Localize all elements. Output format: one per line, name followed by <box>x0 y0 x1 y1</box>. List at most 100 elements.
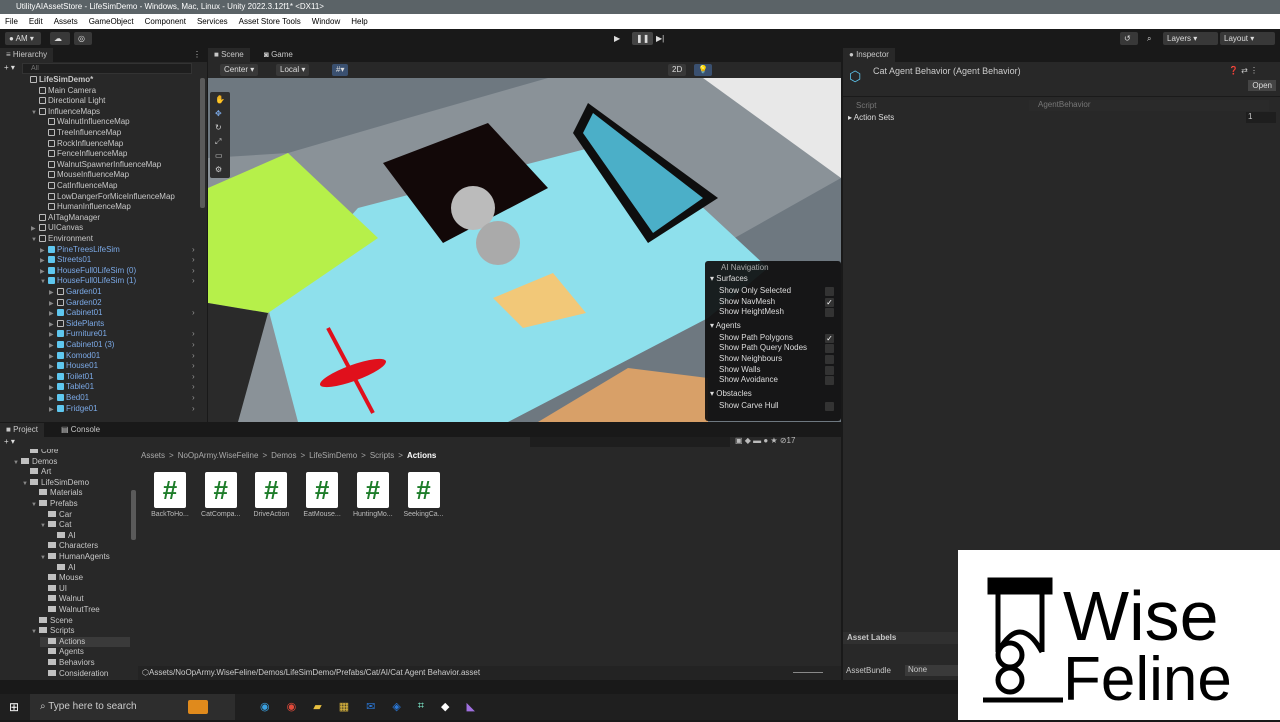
lock-icon[interactable]: ⋮ <box>193 50 201 59</box>
help-icon[interactable]: ❓ ⇄ ⋮ <box>1229 66 1258 75</box>
hierarchy-item[interactable]: ▶ House01 › <box>49 361 195 372</box>
menu-help[interactable]: Help <box>351 14 367 29</box>
ai-nav-option[interactable]: Show Carve Hull <box>719 401 779 410</box>
open-prefab-icon[interactable]: › <box>192 372 195 383</box>
history-icon[interactable]: ↺ <box>1120 32 1138 45</box>
foldout-arrow-icon[interactable]: ▼ <box>31 627 39 638</box>
hierarchy-item[interactable]: ▶ Garden01 <box>49 287 102 298</box>
script-asset[interactable]: # EatMouse... <box>298 472 346 518</box>
project-folder[interactable]: Actions <box>40 636 130 648</box>
hierarchy-item[interactable]: ▶ SidePlants <box>49 319 104 330</box>
space-dropdown[interactable]: Local ▾ <box>276 64 310 76</box>
hierarchy-item[interactable]: ▶ Table01 › <box>49 382 195 393</box>
chrome-icon[interactable]: ◉ <box>287 700 297 713</box>
open-prefab-icon[interactable]: › <box>192 245 195 256</box>
project-folder[interactable]: AI <box>49 531 76 542</box>
hierarchy-item[interactable]: RockInfluenceMap <box>40 139 123 150</box>
ai-nav-option[interactable]: Show HeightMesh <box>719 307 784 316</box>
ai-nav-option[interactable]: Show NavMesh <box>719 297 775 306</box>
2d-toggle[interactable]: 2D <box>668 64 687 76</box>
checkbox[interactable] <box>825 344 834 354</box>
action-sets-size-field[interactable]: 1 <box>1246 112 1276 123</box>
action-sets-foldout[interactable]: ▸ Action Sets <box>848 113 894 122</box>
hierarchy-item[interactable]: ▶ UICanvas <box>31 223 83 234</box>
hierarchy-item[interactable]: ▶ Streets01 › <box>40 255 195 266</box>
breadcrumb-item[interactable]: Scripts <box>370 451 394 460</box>
open-prefab-icon[interactable]: › <box>192 382 195 393</box>
script-asset[interactable]: # BackToHo... <box>146 472 194 518</box>
hierarchy-item[interactable]: AITagManager <box>31 213 100 224</box>
project-folder[interactable]: Core <box>22 449 58 457</box>
checkbox[interactable] <box>825 365 834 375</box>
explorer-icon[interactable]: ▰ <box>313 700 321 713</box>
hierarchy-item[interactable]: ▶ Bed01 › <box>49 393 195 404</box>
checkbox[interactable] <box>825 355 834 364</box>
project-folder[interactable]: ▼ HumanAgents <box>40 552 110 563</box>
foldout-arrow-icon[interactable]: ▼ <box>40 521 48 532</box>
project-folder[interactable]: Car <box>40 510 72 521</box>
create-button[interactable]: + ▾ <box>4 63 15 72</box>
filter-icons[interactable]: ▣ ◆ ▬ ● ★ ⊘17 <box>735 436 795 445</box>
hierarchy-item[interactable]: LifeSimDemo* <box>22 75 93 86</box>
step-button[interactable]: ▶| <box>652 32 668 45</box>
open-prefab-icon[interactable]: › <box>192 255 195 266</box>
open-prefab-icon[interactable]: › <box>192 361 195 372</box>
pause-button[interactable]: ❚❚ <box>632 32 654 45</box>
project-folder[interactable]: Behaviors <box>40 658 95 669</box>
open-button[interactable]: Open <box>1248 80 1276 91</box>
cloud-icon[interactable]: ☁ <box>50 32 70 45</box>
project-scrollbar[interactable] <box>131 490 136 540</box>
ai-nav-option[interactable]: Show Path Query Nodes <box>719 343 807 352</box>
project-folder[interactable]: ▼ Scripts <box>31 626 74 637</box>
hierarchy-item[interactable]: LowDangerForMiceInfluenceMap <box>40 192 175 203</box>
hierarchy-scrollbar[interactable] <box>200 78 205 208</box>
foldout-arrow-icon[interactable]: ▼ <box>40 553 48 564</box>
ai-nav-option[interactable]: Show Path Polygons <box>719 333 793 342</box>
hierarchy-item[interactable]: ▶ PineTreesLifeSim › <box>40 245 195 256</box>
breadcrumb-item[interactable]: Assets <box>141 451 165 460</box>
hierarchy-item[interactable]: TreeInfluenceMap <box>40 128 121 139</box>
hierarchy-item[interactable]: ▶ Garden02 <box>49 298 102 309</box>
script-asset[interactable]: # HuntingMo... <box>349 472 397 518</box>
tab-console[interactable]: ▤ Console <box>55 423 106 437</box>
hierarchy-item[interactable]: WalnutInfluenceMap <box>40 117 130 128</box>
hierarchy-item[interactable]: ▶ HouseFull0LifeSim (0) › <box>40 266 195 277</box>
collab-icon[interactable]: ◎ <box>74 32 92 45</box>
ai-nav-section-agents[interactable]: ▾ Agents <box>710 321 741 330</box>
tab-game[interactable]: ◙ Game <box>258 48 299 62</box>
hierarchy-item[interactable]: CatInfluenceMap <box>40 181 117 192</box>
foldout-arrow-icon[interactable]: ▼ <box>31 108 39 119</box>
tab-scene[interactable]: ■ Scene <box>208 48 250 62</box>
tab-inspector[interactable]: ● Inspector <box>843 48 895 62</box>
menu-edit[interactable]: Edit <box>29 14 43 29</box>
menu-assets[interactable]: Assets <box>54 14 78 29</box>
project-folder[interactable]: AI <box>49 563 76 574</box>
grid-snap-button[interactable]: #▾ <box>332 64 349 76</box>
checkbox[interactable]: ✓ <box>825 297 834 307</box>
foldout-arrow-icon[interactable]: ▼ <box>31 235 39 246</box>
menu-file[interactable]: File <box>5 14 18 29</box>
project-folder[interactable]: ▼ Cat <box>40 520 71 531</box>
script-asset[interactable]: # CatCompa... <box>197 472 245 518</box>
project-search-input[interactable] <box>530 437 730 447</box>
hierarchy-item[interactable]: ▶ Toilet01 › <box>49 372 195 383</box>
project-folder[interactable]: Characters <box>40 541 98 552</box>
menu-component[interactable]: Component <box>145 14 186 29</box>
checkbox[interactable] <box>825 308 834 318</box>
foldout-arrow-icon[interactable]: ▼ <box>40 277 48 288</box>
hierarchy-search-input[interactable] <box>22 63 192 74</box>
open-prefab-icon[interactable]: › <box>192 404 195 415</box>
menu-services[interactable]: Services <box>197 14 228 29</box>
taskbar-widget-icon[interactable] <box>188 700 208 714</box>
search-icon[interactable]: ⌕ <box>1143 32 1161 45</box>
open-prefab-icon[interactable]: › <box>192 276 195 287</box>
script-field[interactable]: AgentBehavior <box>1029 100 1269 111</box>
project-folder[interactable]: Scene <box>31 616 73 627</box>
ai-nav-section-obstacles[interactable]: ▾ Obstacles <box>710 389 752 398</box>
ai-nav-option[interactable]: Show Only Selected <box>719 286 791 295</box>
hierarchy-item[interactable]: ▼ HouseFull0LifeSim (1) › <box>40 276 195 288</box>
hierarchy-item[interactable]: WalnutSpawnerInfluenceMap <box>40 160 161 171</box>
project-folder[interactable]: Mouse <box>40 573 83 584</box>
script-asset[interactable]: # SeekingCa... <box>400 472 448 518</box>
foldout-arrow-icon[interactable]: ▼ <box>31 500 39 511</box>
